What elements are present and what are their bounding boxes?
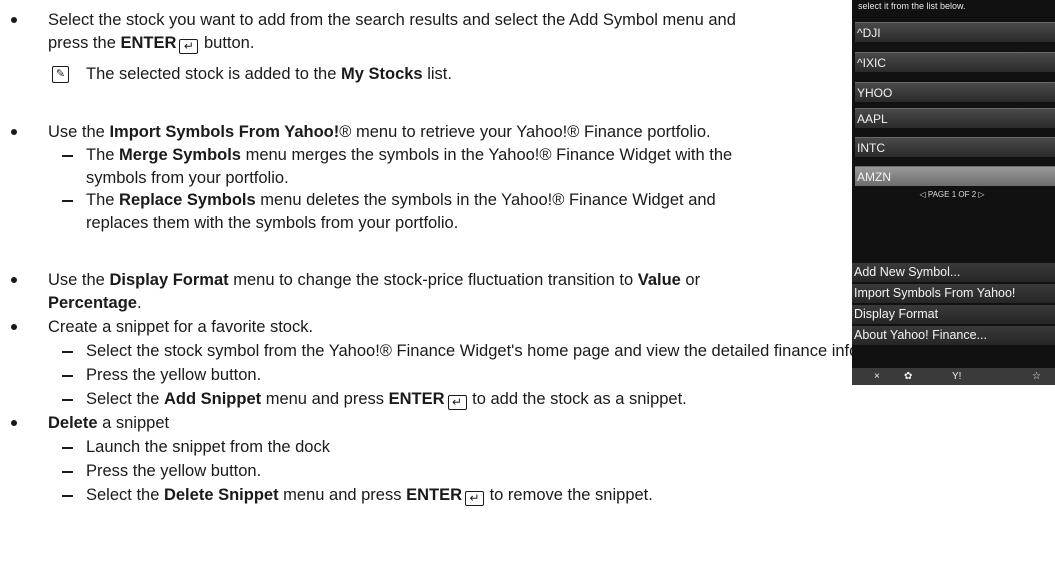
note-1: The selected stock is added to the My St…: [86, 65, 452, 83]
menu-about-yahoo-finance[interactable]: About Yahoo! Finance...: [852, 326, 1055, 345]
bullet-4-dash-2: Press the yellow button.: [86, 366, 262, 384]
bullet-4-line-1: Create a snippet for a favorite stock.: [48, 318, 314, 336]
close-icon[interactable]: ×: [874, 368, 880, 385]
bullet-2-dash-1-line-2: symbols from your portfolio.: [86, 169, 289, 187]
menu-display-format[interactable]: Display Format: [852, 305, 1055, 324]
panel-hint: select it from the list below.: [858, 1, 966, 11]
enter-icon: ↵: [179, 39, 199, 54]
bullet-2-dash-2-line-2: replaces them with the symbols from your…: [86, 214, 459, 232]
widget-dock: × ✿ Y! ☆: [852, 368, 1055, 385]
bullet-icon: [11, 129, 17, 135]
bullet-3-line-1: Use the Display Format menu to change th…: [48, 271, 701, 289]
settings-icon[interactable]: ✿: [904, 368, 912, 385]
yahoo-icon[interactable]: Y!: [952, 368, 961, 385]
dash-icon: [62, 351, 73, 353]
symbol-item[interactable]: YHOO: [855, 82, 1055, 102]
finance-widget-panel: select it from the list below. ^DJI ^IXI…: [852, 0, 1055, 385]
dash-icon: [62, 200, 73, 202]
symbol-item[interactable]: ^DJI: [855, 22, 1055, 42]
bullet-icon: [11, 277, 17, 283]
symbol-item[interactable]: ^IXIC: [855, 52, 1055, 72]
bullet-icon: [11, 17, 17, 23]
symbol-item[interactable]: INTC: [855, 137, 1055, 157]
enter-icon: ↵: [465, 491, 484, 506]
note-icon: ✎: [52, 66, 69, 83]
dash-icon: [62, 471, 73, 473]
bullet-icon: [11, 420, 17, 426]
menu-import-symbols[interactable]: Import Symbols From Yahoo!: [852, 284, 1055, 303]
dash-icon: [62, 375, 73, 377]
bullet-5-dash-3: Select the Delete Snippet menu and press…: [86, 486, 653, 506]
bullet-1-line-2: press the ENTER ↵ button.: [48, 34, 255, 54]
dash-icon: [62, 447, 73, 449]
symbol-item-selected[interactable]: AMZN: [855, 166, 1055, 186]
bullet-3-line-2: Percentage.: [48, 294, 142, 312]
symbol-item[interactable]: AAPL: [855, 108, 1055, 128]
bullet-1-line-1: Select the stock you want to add from th…: [48, 11, 736, 29]
bullet-5-line-1: Delete a snippet: [48, 414, 170, 432]
dash-icon: [62, 495, 73, 497]
bullet-icon: [11, 324, 17, 330]
bullet-2-dash-2-line-1: The Replace Symbols menu deletes the sym…: [86, 191, 716, 209]
bullet-4-dash-3: Select the Add Snippet menu and press EN…: [86, 390, 687, 410]
dash-icon: [62, 399, 73, 401]
bullet-2-dash-1-line-1: The Merge Symbols menu merges the symbol…: [86, 146, 733, 164]
dash-icon: [62, 155, 73, 157]
bullet-5-dash-1: Launch the snippet from the dock: [86, 438, 330, 456]
bullet-5-dash-2: Press the yellow button.: [86, 462, 262, 480]
bullet-4-dash-1: Select the stock symbol from the Yahoo!®…: [86, 342, 918, 360]
enter-icon: ↵: [447, 395, 467, 410]
bullet-2-line-1: Use the Import Symbols From Yahoo!® menu…: [48, 123, 711, 141]
star-icon[interactable]: ☆: [1032, 368, 1041, 385]
menu-add-new-symbol[interactable]: Add New Symbol...: [852, 263, 1055, 282]
pager[interactable]: ◁ PAGE 1 OF 2 ▷: [852, 190, 1052, 199]
